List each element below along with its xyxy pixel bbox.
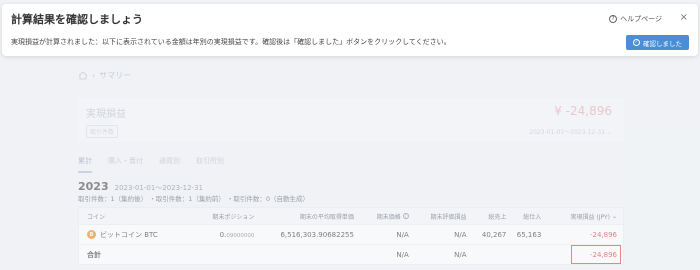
help-page-label: ヘルプページ — [620, 15, 662, 23]
col-position: 期末ポジション — [212, 213, 255, 221]
total-price-cell: N/A — [396, 250, 409, 259]
col-avg-cost: 期末の平均取得単価 — [299, 213, 354, 221]
col-realized-pnl-label: 実現損益 (JPY) — [570, 213, 610, 221]
breadcrumb-separator: › — [92, 71, 96, 80]
total-valuation-cell: N/A — [454, 250, 467, 259]
year-header: 2023 2023-01-01〜2023-12-31 — [78, 180, 203, 193]
help-icon: ? — [609, 15, 618, 23]
breadcrumb: › サマリー — [78, 70, 131, 81]
info-icon[interactable]: ? — [402, 213, 409, 219]
check-circle-icon: ✓ — [633, 39, 640, 46]
col-price: 期末価格 ? — [358, 212, 413, 221]
confirm-button-label: 確認しました — [643, 39, 682, 48]
tab-bar: 累計 購入・賣付 通貨別 取引所別 — [78, 156, 224, 173]
bitcoin-icon: B — [87, 230, 96, 239]
total-row: 合計 N/A N/A -24,896 — [79, 245, 623, 264]
coin-name: ビットコイン BTC — [100, 230, 158, 239]
period-selector[interactable]: 2023-01-01〜2023-12-31 ⌄ — [529, 127, 612, 136]
total-cost-cell: 65,163 — [516, 230, 542, 239]
banner-title: 計算結果を確認しましょう — [11, 13, 143, 26]
year-range: 2023-01-01〜2023-12-31 — [114, 184, 203, 192]
table-row: B ビットコイン BTC 0.09000000 6,516,303.906822… — [79, 225, 623, 245]
col-coin: コイン — [87, 213, 106, 221]
chevron-down-icon: ⌄ — [606, 129, 612, 136]
tab-cumulative[interactable]: 累計 — [78, 156, 92, 173]
summary-amount: ¥ -24,896 — [554, 104, 612, 118]
tab-by-exchange[interactable]: 取引所別 — [196, 156, 224, 173]
period-label: 2023-01-01〜2023-12-31 — [529, 129, 606, 136]
col-valuation: 期末評価損益 — [430, 213, 467, 221]
confirmation-banner: 計算結果を確認しましょう 実現損益が計算されました：以下に表示されている金額は年… — [2, 4, 698, 56]
realized-pnl-cell: -24,896 — [589, 230, 617, 239]
col-realized-pnl[interactable]: 実現損益 (JPY) ⌄ — [545, 212, 623, 221]
sort-chevron-icon: ⌄ — [611, 212, 617, 220]
confirm-button[interactable]: ✓ 確認しました — [626, 35, 689, 50]
total-sales-cell: 40,267 — [481, 230, 507, 239]
year-title: 2023 — [78, 180, 109, 193]
banner-message: 実現損益が計算されました：以下に表示されている金額は年別の実現損益です。確認後は… — [11, 38, 451, 46]
summary-title: 実現損益 — [86, 109, 126, 120]
valuation-cell: N/A — [454, 230, 467, 239]
tab-buy-sell[interactable]: 購入・賣付 — [108, 156, 143, 173]
position-value-small: 09000000 — [226, 232, 255, 239]
summary-card: 実現損益 取引件数 ¥ -24,896 2023-01-01〜2023-12-3… — [78, 98, 624, 142]
coin-cell: B ビットコイン BTC — [79, 230, 184, 240]
avg-cost-cell: 6,516,303.90682255 — [280, 230, 354, 239]
home-icon[interactable] — [78, 71, 88, 80]
tab-by-currency[interactable]: 通貨別 — [159, 156, 180, 173]
position-cell: 0.09000000 — [184, 231, 259, 239]
help-page-link[interactable]: ? ヘルプページ — [609, 14, 662, 24]
col-total-cost: 総仕入 — [523, 213, 542, 221]
col-price-label: 期末価格 — [376, 213, 401, 221]
pnl-table: コイン 期末ポジション 期末の平均取得単価 期末価格 ? 期末評価損益 総売上 … — [78, 207, 624, 265]
price-cell: N/A — [396, 230, 409, 239]
table-header: コイン 期末ポジション 期末の平均取得単価 期末価格 ? 期末評価損益 総売上 … — [79, 208, 623, 225]
col-total-sales: 総売上 — [488, 213, 507, 221]
breadcrumb-current: サマリー — [99, 71, 132, 80]
transaction-counts: 取引件数：1（集約後） ・取引件数：1（集約前） ・取引件数：0（自動生成） — [78, 195, 310, 203]
summary-badge: 取引件数 — [86, 125, 119, 138]
total-label: 合計 — [87, 250, 101, 259]
highlight-annotation — [571, 245, 621, 264]
close-button[interactable]: × — [680, 12, 688, 23]
